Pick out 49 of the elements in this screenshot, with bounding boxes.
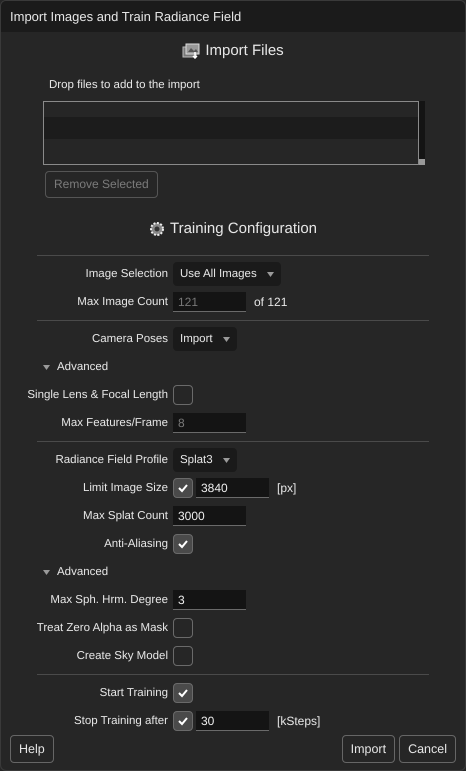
dialog-button[interactable]: Cancel: [399, 735, 456, 764]
field-label: Camera Poses: [92, 332, 168, 347]
caret-icon: [222, 336, 230, 342]
number-field[interactable]: 3000: [173, 506, 246, 526]
dropdown[interactable]: Import: [173, 327, 237, 352]
advanced-toggle[interactable]: Advanced: [43, 564, 108, 581]
field-label: Create Sky Model: [76, 648, 168, 664]
section-heading: Import Files: [205, 41, 284, 61]
section-heading: Training Configuration: [170, 218, 318, 239]
unit-label: [kSteps]: [277, 713, 320, 730]
number-field[interactable]: 3840: [196, 478, 269, 498]
field-label: Limit Image Size: [82, 480, 168, 496]
checkbox[interactable]: [173, 478, 193, 498]
caret-icon: [43, 364, 50, 370]
unit-label: of 121: [254, 294, 288, 312]
dialog-button[interactable]: Import: [342, 735, 396, 764]
caret-icon: [266, 272, 274, 277]
images-import-icon: [182, 43, 200, 60]
checkbox[interactable]: [173, 534, 193, 554]
dialog-button[interactable]: Help: [10, 735, 54, 764]
number-field[interactable]: 3: [173, 590, 246, 610]
dropdown[interactable]: Use All Images: [173, 262, 281, 286]
field-label: Start Training: [100, 686, 168, 701]
drop-hint: Drop files to add to the import: [49, 78, 200, 90]
field-label: Anti-Aliasing: [104, 536, 168, 552]
gear-icon: [148, 221, 165, 237]
caret-icon: [43, 570, 50, 575]
field-label: Max Sph. Hrm. Degree: [50, 592, 168, 608]
checkbox[interactable]: [173, 646, 193, 666]
caret-icon: [222, 458, 230, 463]
checkbox[interactable]: [173, 385, 193, 406]
dropdown[interactable]: Splat3: [173, 448, 237, 472]
field-label: Max Features/Frame: [61, 416, 168, 431]
field-label: Single Lens & Focal Length: [27, 388, 168, 403]
window-title: Import Images and Train Radiance Field: [10, 8, 242, 26]
field-label: Max Image Count: [77, 294, 168, 310]
checkbox[interactable]: [173, 711, 193, 732]
number-field[interactable]: 30: [196, 711, 269, 732]
scrollbar[interactable]: [419, 100, 425, 165]
field-label: Image Selection: [86, 266, 168, 282]
field-label: Stop Training after: [74, 714, 168, 729]
field-label: Treat Zero Alpha as Mask: [36, 620, 168, 636]
unit-label: [px]: [277, 480, 296, 498]
checkbox[interactable]: [173, 683, 193, 704]
checkbox[interactable]: [173, 618, 193, 638]
field-label: Radiance Field Profile: [55, 452, 168, 468]
file-list[interactable]: [43, 100, 419, 165]
advanced-toggle[interactable]: Advanced: [43, 358, 108, 376]
field-label: Max Splat Count: [82, 508, 168, 524]
